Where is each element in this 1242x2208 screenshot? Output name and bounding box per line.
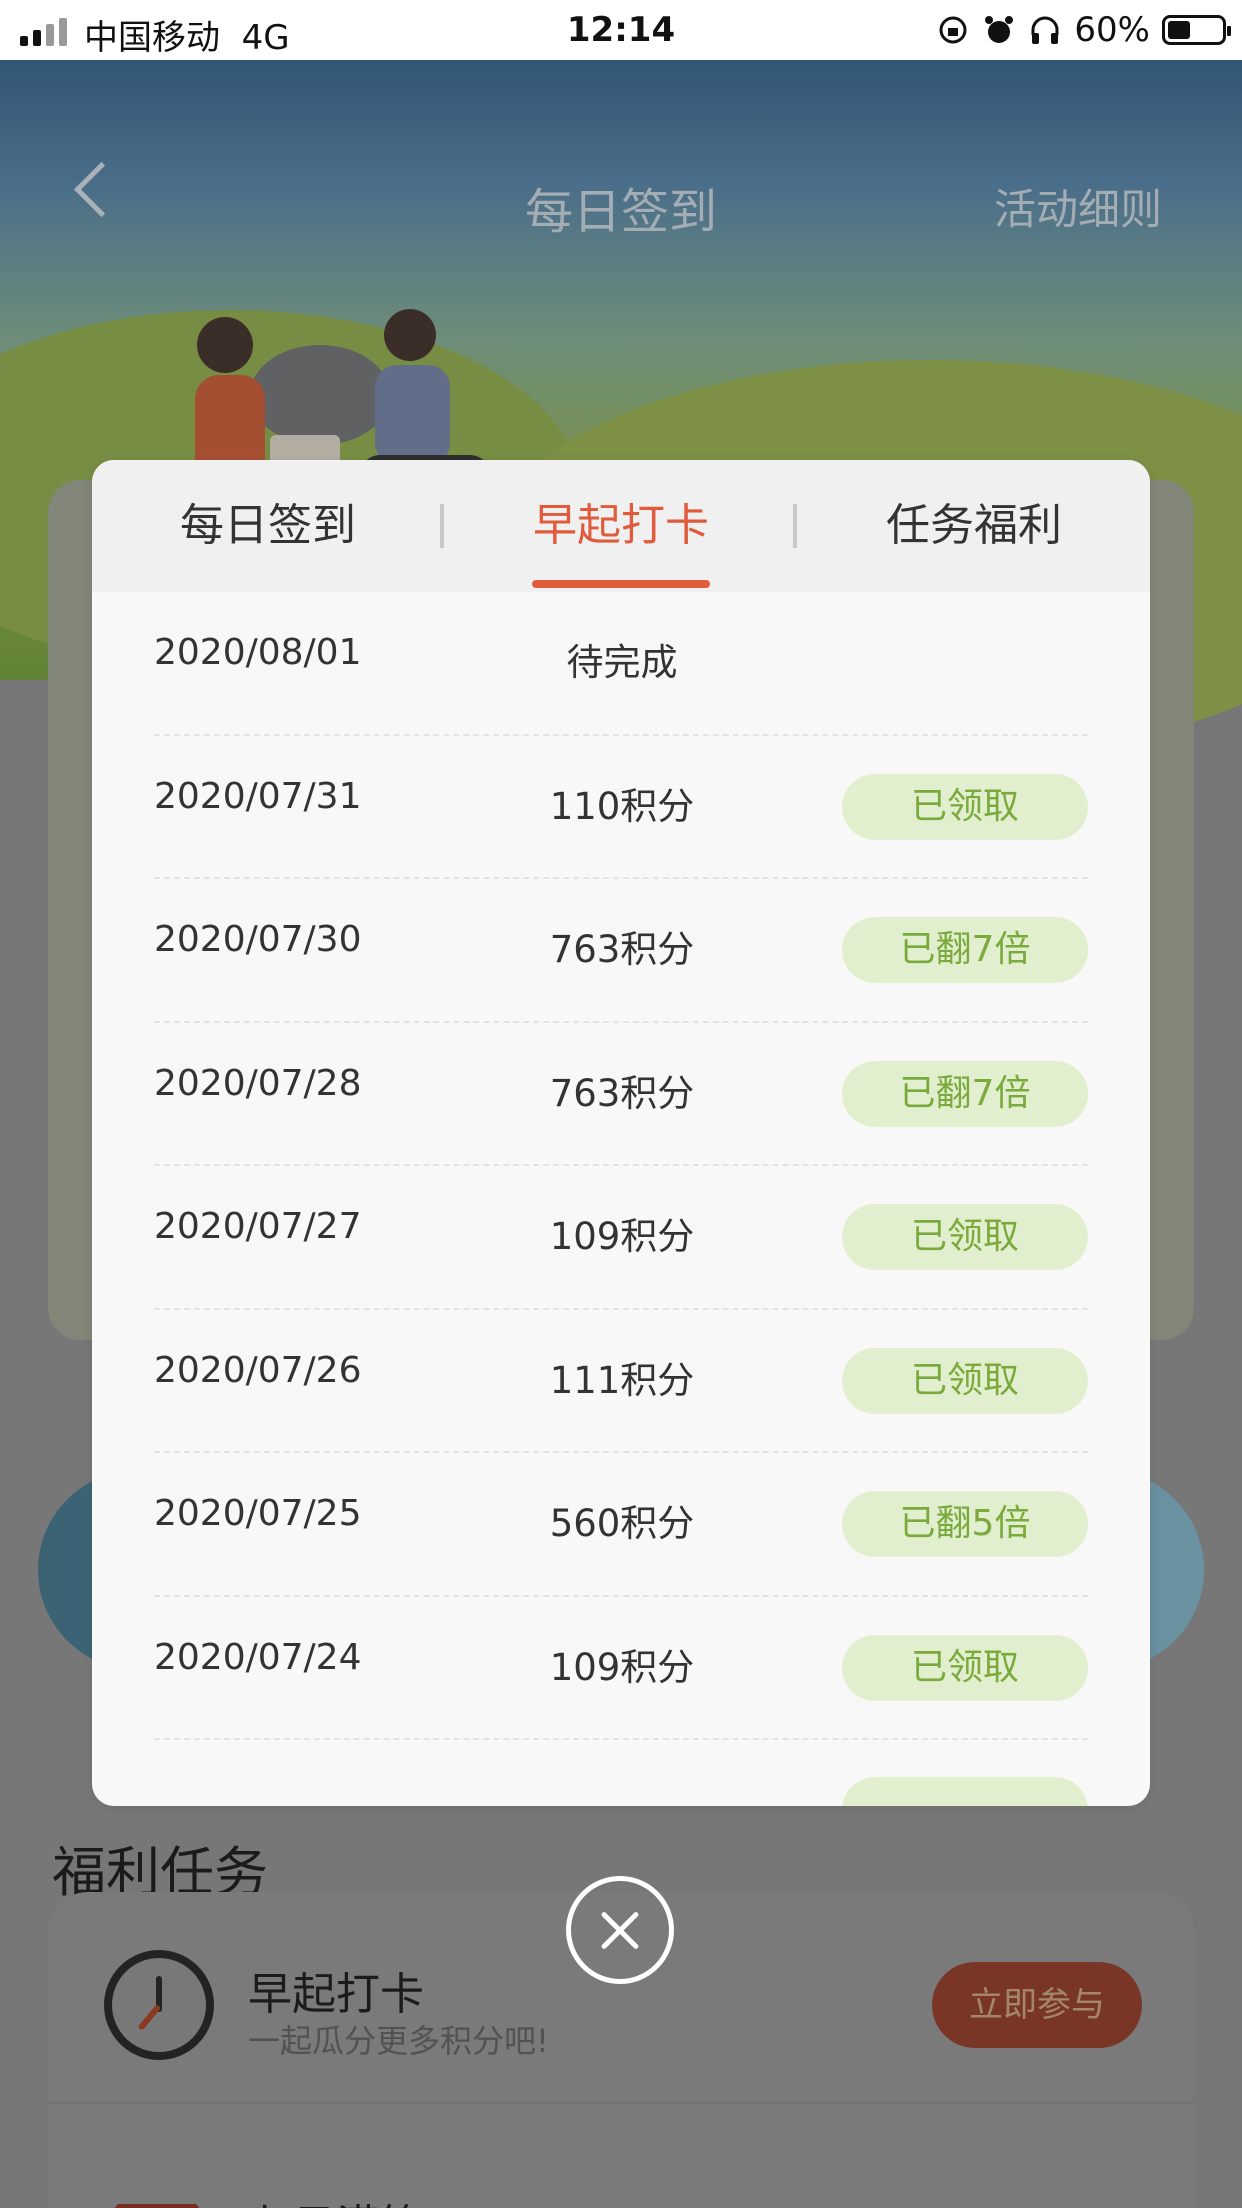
record-date: 2020/07/28 [154,1062,362,1104]
list-item: 2020/07/24 109积分 已领取 [92,1597,1150,1740]
record-points: 111积分 [549,1358,695,1402]
status-badge: 已领取 [842,1204,1088,1270]
record-date: 2020/07/31 [154,775,362,817]
status-icons: 60% [936,10,1231,50]
status-badge-partial [842,1777,1088,1806]
modal-tabs: 每日签到 早起打卡 任务福利 [92,460,1150,592]
battery-icon [1162,15,1231,45]
tab-task-welfare[interactable]: 任务福利 [798,460,1150,592]
status-badge: 已领取 [842,773,1088,840]
records-list[interactable]: 2020/08/01 待完成 2020/07/31 110积分 已领取 2020… [92,592,1150,1740]
record-points: 110积分 [549,784,695,828]
record-date: 2020/07/25 [154,1493,362,1534]
list-item: 2020/07/28 763积分 已翻7倍 [92,1023,1150,1166]
list-item: 2020/07/25 560积分 已翻5倍 [92,1453,1150,1597]
status-bar: 中国移动 4G 12:14 60% [0,0,1242,60]
status-badge: 已翻7倍 [842,1060,1088,1127]
rotation-lock-icon [939,16,967,44]
alarm-icon [985,16,1014,43]
record-points: 109积分 [549,1215,695,1258]
record-date: 2020/07/27 [154,1206,362,1247]
status-badge: 已翻7倍 [842,917,1088,983]
close-icon[interactable] [566,1876,674,1984]
checkin-records-modal: 每日签到 早起打卡 任务福利 2020/08/01 待完成 2020/07/31… [92,460,1150,1806]
status-badge: 已领取 [842,1634,1088,1701]
tab-early-checkin[interactable]: 早起打卡 [445,460,797,592]
divider [154,1738,1088,1740]
status-badge: 已翻5倍 [842,1491,1088,1557]
headphones-icon [1031,16,1059,44]
record-points: 763积分 [549,928,695,971]
record-date: 2020/07/24 [154,1636,362,1678]
list-item: 2020/07/27 109积分 已领取 [92,1166,1150,1310]
record-points: 763积分 [549,1071,695,1115]
tab-separator [793,504,797,548]
tab-separator [440,504,444,548]
record-points: 待完成 [566,641,678,684]
record-points: 109积分 [549,1645,695,1689]
record-date: 2020/08/01 [154,632,362,673]
list-item: 2020/07/26 111积分 已领取 [92,1310,1150,1453]
list-item: 2020/07/30 763积分 已翻7倍 [92,879,1150,1023]
record-date: 2020/07/26 [154,1349,362,1391]
tab-daily-checkin[interactable]: 每日签到 [92,460,444,592]
active-tab-indicator [532,580,710,588]
record-points: 560积分 [549,1502,695,1545]
status-badge: 已领取 [842,1347,1088,1414]
list-item: 2020/08/01 待完成 [92,592,1150,736]
list-item: 2020/07/31 110积分 已领取 [92,736,1150,879]
record-date: 2020/07/30 [154,919,362,960]
battery-percent: 60% [1074,10,1150,50]
